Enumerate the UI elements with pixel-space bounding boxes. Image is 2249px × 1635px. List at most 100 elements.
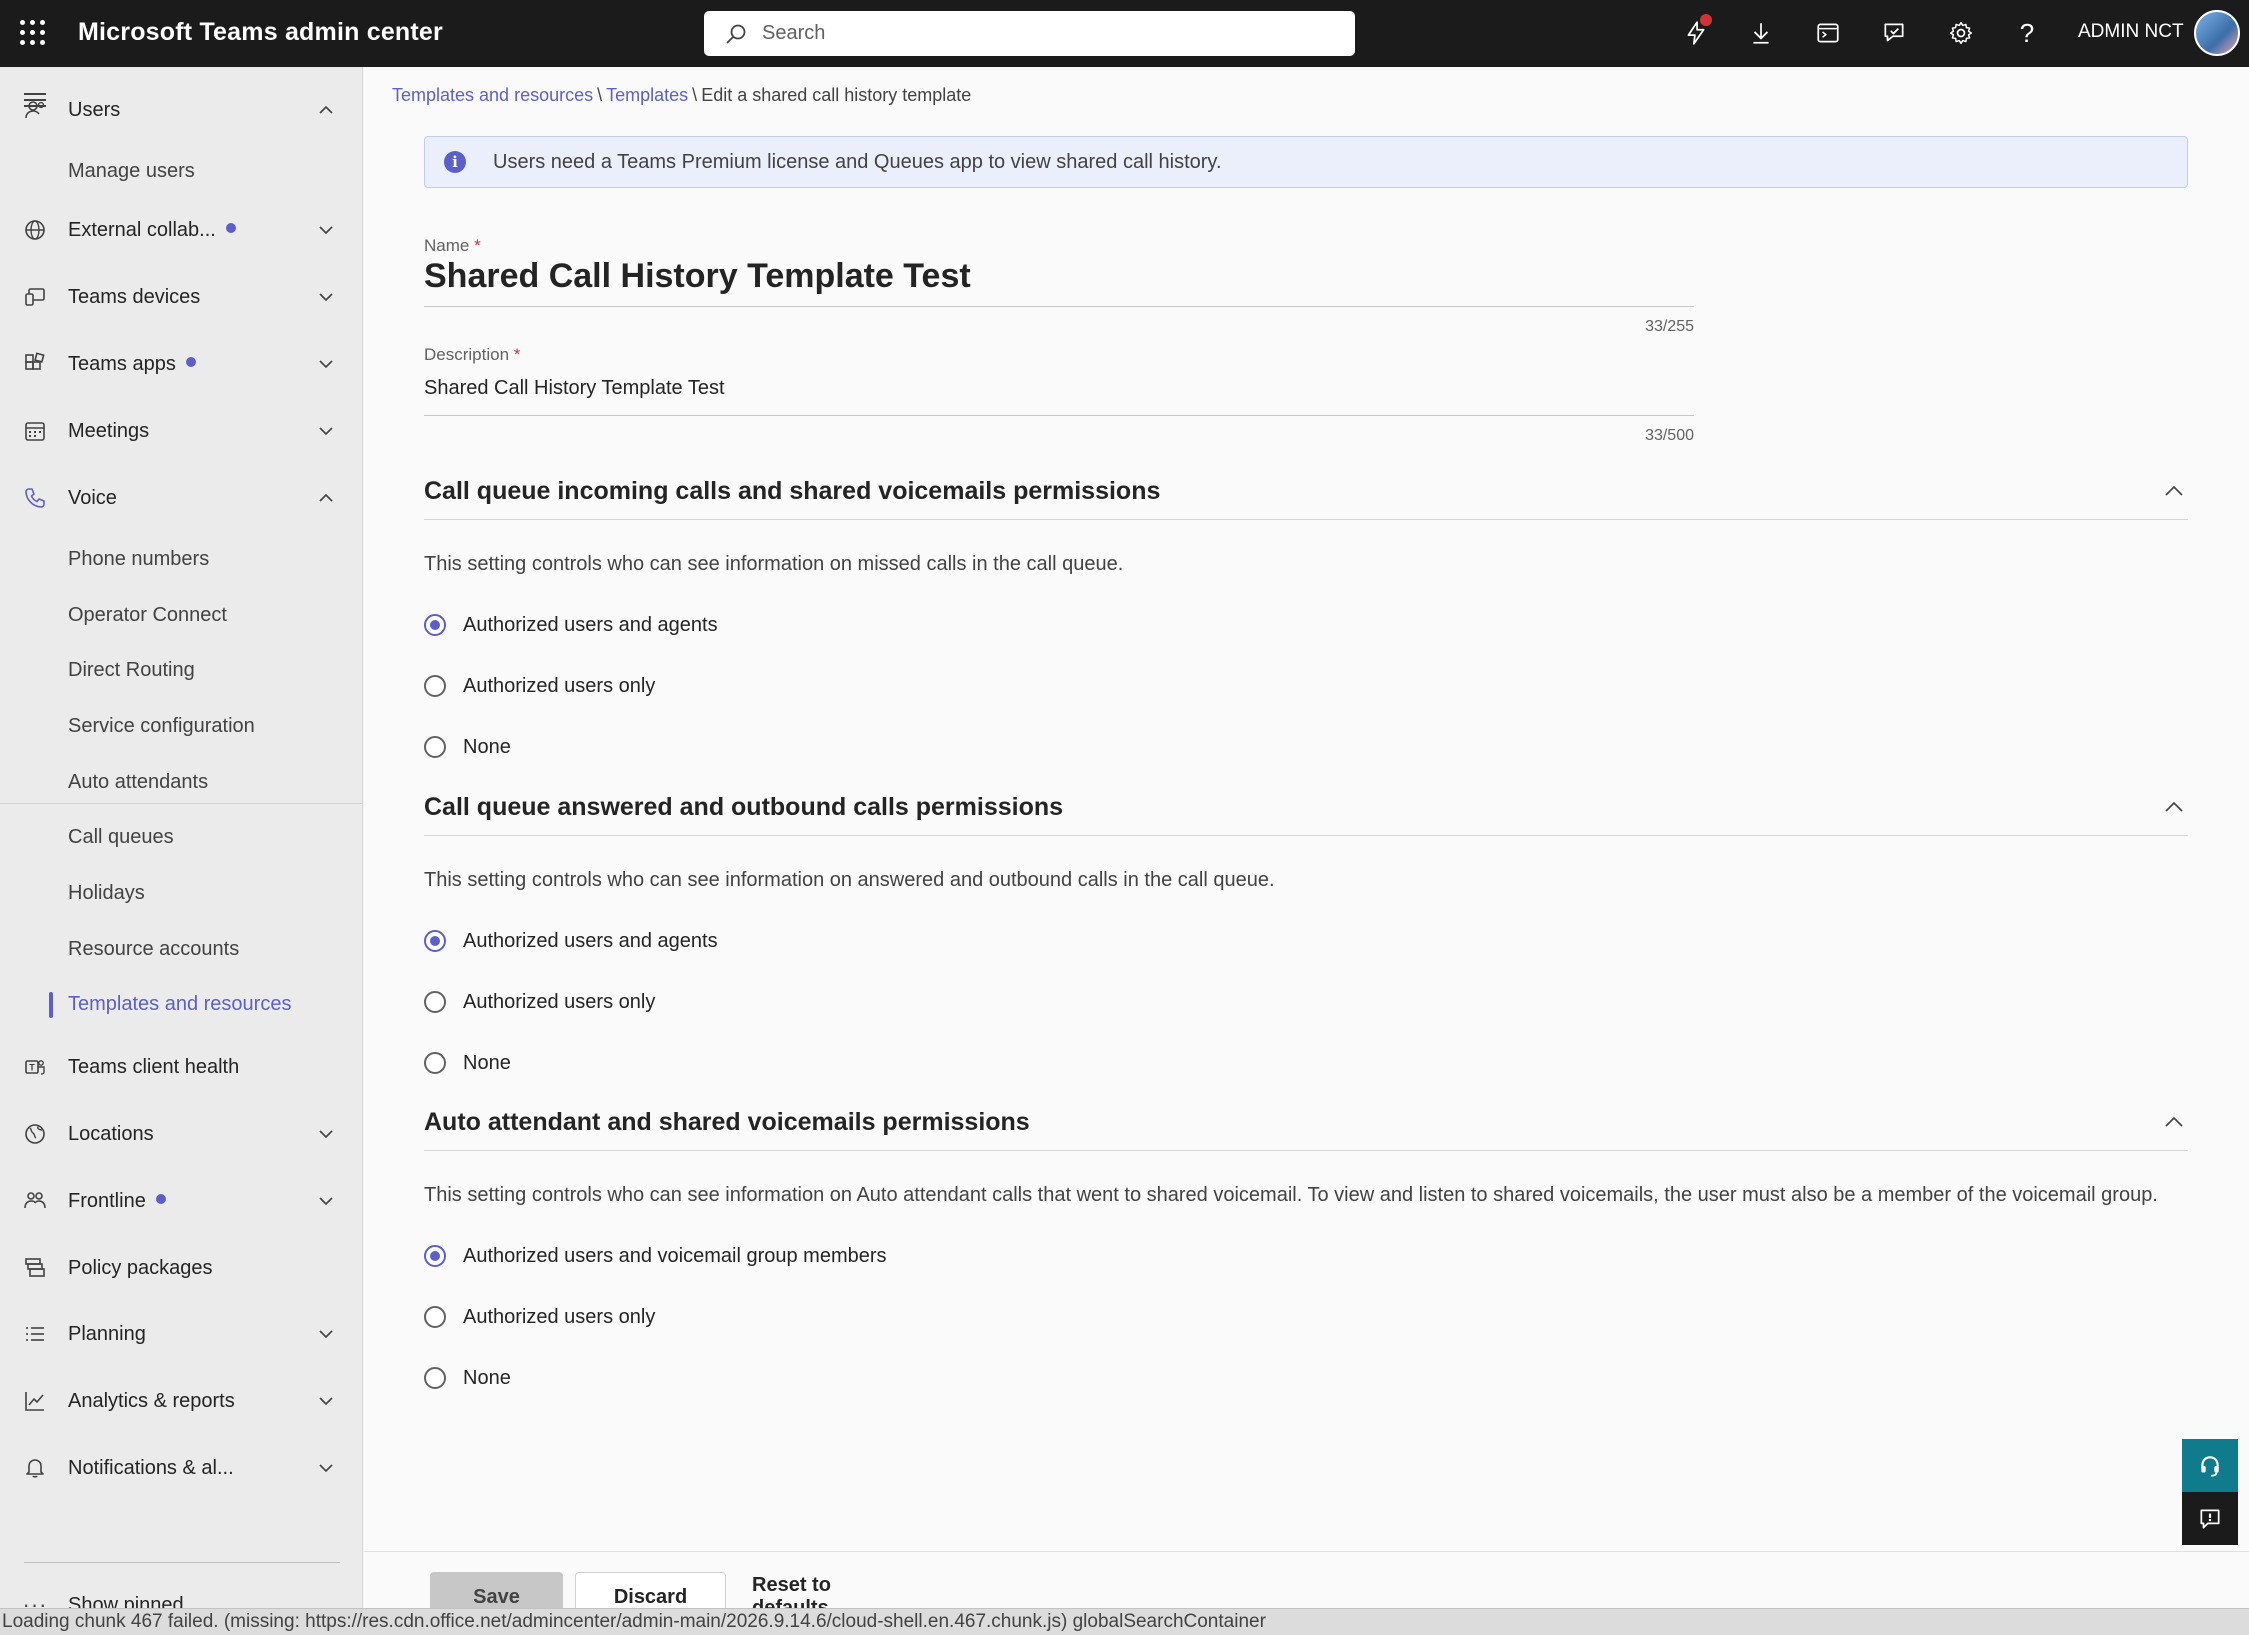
list-icon xyxy=(22,1321,48,1347)
radio-option[interactable]: None xyxy=(424,1362,511,1394)
sidebar-item-meetings[interactable]: Meetings xyxy=(0,405,362,457)
chevron-up-icon[interactable] xyxy=(316,488,336,508)
sidebar-item-notifications[interactable]: Notifications & al... xyxy=(0,1442,362,1494)
sidebar-item-manage-users[interactable]: Manage users xyxy=(0,147,362,195)
sidebar-item-label: Notifications & al... xyxy=(68,1456,234,1479)
chevron-up-icon[interactable] xyxy=(2162,1110,2186,1134)
radio-option[interactable]: Authorized users and agents xyxy=(424,609,718,641)
top-bar: Microsoft Teams admin center Search ? AD… xyxy=(0,0,2249,67)
sidebar-item-locations[interactable]: Locations xyxy=(0,1108,362,1160)
gear-icon[interactable] xyxy=(1942,14,1980,52)
sidebar-item-label: Voice xyxy=(68,486,117,509)
sidebar-item-templates-and-resources[interactable]: Templates and resources xyxy=(0,980,362,1028)
radio-option[interactable]: None xyxy=(424,1047,511,1079)
radio-button[interactable] xyxy=(424,930,446,952)
form-footer: Save Discard Reset to defaults xyxy=(364,1551,2249,1622)
download-icon[interactable] xyxy=(1742,14,1780,52)
feedback-chat-button[interactable] xyxy=(2182,1492,2238,1545)
radio-button[interactable] xyxy=(424,1052,446,1074)
radio-option[interactable]: Authorized users and voicemail group mem… xyxy=(424,1240,887,1272)
breadcrumb-separator: \ xyxy=(597,85,603,105)
chevron-up-icon[interactable] xyxy=(2162,479,2186,503)
more-icon: ··· xyxy=(22,1592,48,1608)
feedback-icon[interactable] xyxy=(1875,14,1913,52)
name-field[interactable]: Shared Call History Template Test xyxy=(424,257,971,296)
sidebar-item-holidays[interactable]: Holidays xyxy=(0,869,362,917)
sidebar-item-phone-numbers[interactable]: Phone numbers xyxy=(0,535,362,583)
sidebar-item-call-queues[interactable]: Call queues xyxy=(0,813,362,861)
bell-icon xyxy=(22,1455,48,1481)
app-title[interactable]: Microsoft Teams admin center xyxy=(78,18,443,47)
svg-text:T: T xyxy=(29,1063,35,1073)
radio-button[interactable] xyxy=(424,675,446,697)
headset-icon xyxy=(2201,1455,2219,1477)
sidebar-item-teams-client-health[interactable]: T Teams client health xyxy=(0,1041,362,1093)
radio-button[interactable] xyxy=(424,1245,446,1267)
help-support-button[interactable] xyxy=(2182,1439,2238,1492)
sidebar-item-service-configuration[interactable]: Service configuration xyxy=(0,702,362,750)
sidebar-item-auto-attendants[interactable]: Auto attendants xyxy=(0,758,362,806)
search-box[interactable]: Search xyxy=(704,11,1355,56)
radio-button[interactable] xyxy=(424,736,446,758)
chevron-down-icon[interactable] xyxy=(316,287,336,307)
sidebar-item-policy-packages[interactable]: Policy packages xyxy=(0,1242,362,1294)
breadcrumb-current: Edit a shared call history template xyxy=(701,85,972,105)
waffle-icon[interactable] xyxy=(20,20,46,46)
description-char-counter: 33/500 xyxy=(1645,427,1694,444)
sidebar-item-analytics-reports[interactable]: Analytics & reports xyxy=(0,1375,362,1427)
radio-option[interactable]: Authorized users only xyxy=(424,670,655,702)
active-indicator xyxy=(49,992,53,1018)
chevron-down-icon[interactable] xyxy=(316,1391,336,1411)
sidebar-item-users[interactable]: Users xyxy=(0,84,362,136)
radio-label: Authorized users only xyxy=(463,990,656,1013)
sidebar-item-teams-apps[interactable]: Teams apps xyxy=(0,338,362,390)
sidebar-item-show-pinned[interactable]: ··· Show pinned xyxy=(0,1579,362,1609)
required-mark: * xyxy=(474,236,481,255)
radio-label: Authorized users and voicemail group mem… xyxy=(463,1244,887,1267)
radio-button[interactable] xyxy=(424,614,446,636)
avatar[interactable] xyxy=(2194,10,2240,56)
radio-button[interactable] xyxy=(424,1367,446,1389)
info-banner-text: Users need a Teams Premium license and Q… xyxy=(493,151,1222,173)
sidebar-item-label: Users xyxy=(68,98,121,121)
chevron-down-icon[interactable] xyxy=(316,1191,336,1211)
help-icon[interactable]: ? xyxy=(2008,14,2046,52)
chevron-down-icon[interactable] xyxy=(316,220,336,240)
sidebar-item-label: Resource accounts xyxy=(68,937,240,960)
breadcrumb-templates[interactable]: Templates xyxy=(606,85,688,105)
lightning-icon[interactable] xyxy=(1677,14,1715,52)
chevron-down-icon[interactable] xyxy=(316,1458,336,1478)
new-badge xyxy=(185,357,196,368)
chevron-down-icon[interactable] xyxy=(316,421,336,441)
breadcrumb-templates-and-resources[interactable]: Templates and resources xyxy=(392,85,593,105)
sidebar: Users Manage users External collab... Te… xyxy=(0,67,363,1608)
chart-icon xyxy=(22,1388,48,1414)
radio-option[interactable]: None xyxy=(424,731,511,763)
chevron-up-icon[interactable] xyxy=(2162,795,2186,819)
user-name[interactable]: ADMIN NCT xyxy=(2078,21,2184,43)
radio-button[interactable] xyxy=(424,991,446,1013)
sidebar-item-teams-devices[interactable]: Teams devices xyxy=(0,271,362,323)
sidebar-item-planning[interactable]: Planning xyxy=(0,1308,362,1360)
description-field[interactable]: Shared Call History Template Test xyxy=(424,377,725,400)
sidebar-item-resource-accounts[interactable]: Resource accounts xyxy=(0,925,362,973)
sidebar-item-label: Show pinned xyxy=(68,1593,184,1609)
radio-button[interactable] xyxy=(424,1306,446,1328)
sidebar-item-direct-routing[interactable]: Direct Routing xyxy=(0,646,362,694)
chevron-down-icon[interactable] xyxy=(316,354,336,374)
chevron-down-icon[interactable] xyxy=(316,1124,336,1144)
terminal-icon[interactable] xyxy=(1809,14,1847,52)
radio-label: Authorized users only xyxy=(463,1305,656,1328)
radio-option[interactable]: Authorized users only xyxy=(424,986,655,1018)
radio-option[interactable]: Authorized users and agents xyxy=(424,925,718,957)
frontline-icon xyxy=(22,1188,48,1214)
chevron-up-icon[interactable] xyxy=(316,100,336,120)
sidebar-item-label: Direct Routing xyxy=(68,658,195,681)
sidebar-item-frontline[interactable]: Frontline xyxy=(0,1175,362,1227)
sidebar-item-external-collab[interactable]: External collab... xyxy=(0,204,362,256)
sidebar-item-voice[interactable]: Voice xyxy=(0,472,362,524)
sidebar-item-label: Call queues xyxy=(68,825,174,848)
sidebar-item-operator-connect[interactable]: Operator Connect xyxy=(0,591,362,639)
chevron-down-icon[interactable] xyxy=(316,1324,336,1344)
radio-option[interactable]: Authorized users only xyxy=(424,1301,655,1333)
